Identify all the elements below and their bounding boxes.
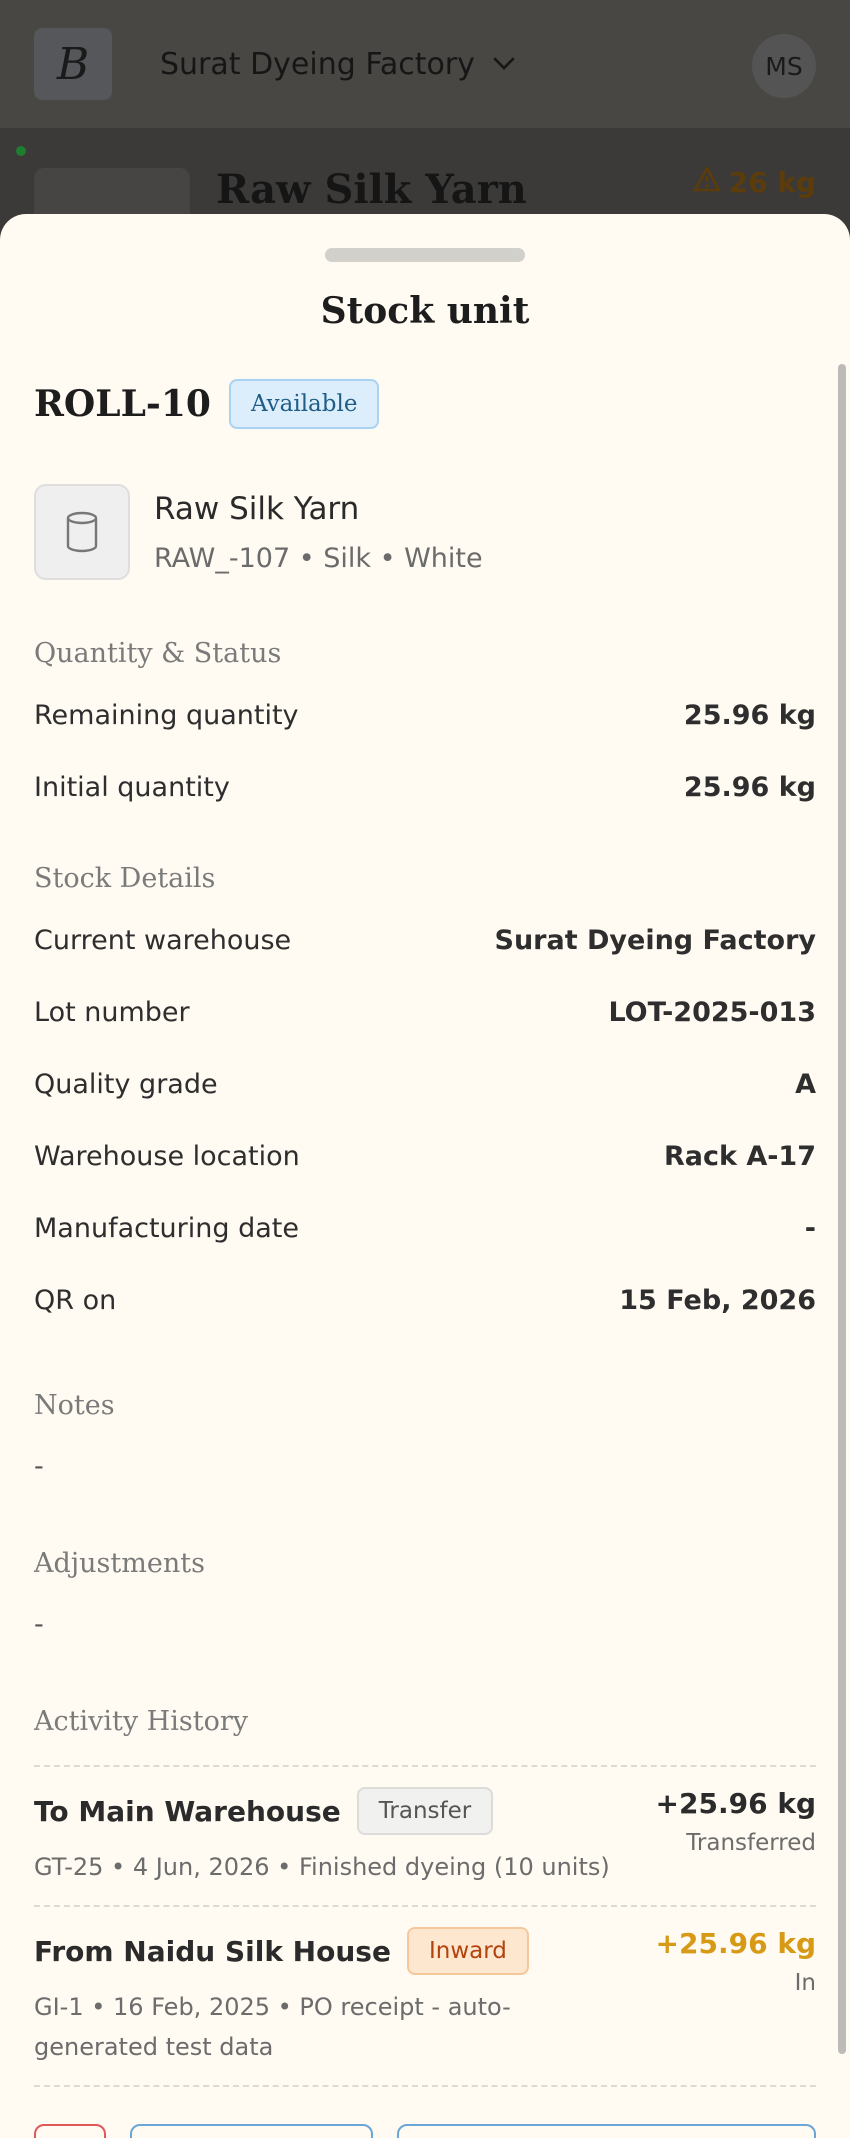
kv-label: Remaining quantity bbox=[34, 699, 299, 731]
kv-value: 25.96 kg bbox=[683, 771, 816, 803]
unit-header: ROLL-10 Available bbox=[34, 364, 816, 444]
warning-icon bbox=[693, 166, 721, 199]
scrollbar[interactable] bbox=[838, 364, 846, 2054]
chevron-down-icon bbox=[493, 52, 515, 77]
sheet-title: Stock unit bbox=[320, 290, 530, 332]
section-heading-notes: Notes bbox=[34, 1390, 115, 1421]
kv-value: 25.96 kg bbox=[683, 699, 816, 731]
kv-label: Manufacturing date bbox=[34, 1212, 299, 1244]
kv-row: Remaining quantity 25.96 kg bbox=[34, 679, 816, 751]
action-button-primary[interactable] bbox=[397, 2124, 816, 2138]
kv-label: Current warehouse bbox=[34, 924, 292, 956]
kv-label: Initial quantity bbox=[34, 771, 230, 803]
kv-row: Initial quantity 25.96 kg bbox=[34, 751, 816, 823]
activity-amount: +25.96 kg bbox=[655, 1787, 816, 1820]
section-heading-activity: Activity History bbox=[34, 1706, 248, 1737]
cylinder-icon bbox=[34, 484, 130, 580]
activity-note: Transferred bbox=[686, 1830, 816, 1856]
sheet-content: ROLL-10 Available Raw Silk Yarn RAW_-107… bbox=[34, 364, 816, 2087]
activity-item[interactable]: From Naidu Silk House Inward GI-1 • 16 F… bbox=[34, 1907, 816, 2087]
activity-type-badge: Transfer bbox=[356, 1787, 494, 1835]
kv-value: LOT-2025-013 bbox=[608, 996, 816, 1028]
activity-subtitle: GT-25 • 4 Jun, 2026 • Finished dyeing (1… bbox=[34, 1853, 610, 1881]
kv-value: Rack A-17 bbox=[663, 1140, 816, 1172]
sheet-drag-handle[interactable] bbox=[325, 248, 525, 262]
action-bar bbox=[34, 2124, 816, 2138]
kv-label: Warehouse location bbox=[34, 1140, 300, 1172]
kv-row: Current warehouse Surat Dyeing Factory bbox=[34, 904, 816, 976]
avatar[interactable]: MS bbox=[752, 34, 816, 98]
kv-value: - bbox=[804, 1212, 816, 1244]
product-name: Raw Silk Yarn bbox=[154, 490, 360, 527]
activity-title: To Main Warehouse bbox=[34, 1794, 341, 1828]
background-title: Raw Silk Yarn bbox=[216, 166, 527, 213]
activity-title: From Naidu Silk House bbox=[34, 1934, 391, 1968]
section-heading-details: Stock Details bbox=[34, 863, 216, 894]
status-dot bbox=[16, 146, 26, 156]
section-heading-quantity: Quantity & Status bbox=[34, 638, 282, 669]
app-header: B Surat Dyeing Factory MS bbox=[0, 0, 850, 128]
kv-row: QR on 15 Feb, 2026 bbox=[34, 1264, 816, 1336]
activity-item[interactable]: To Main Warehouse Transfer GT-25 • 4 Jun… bbox=[34, 1767, 816, 1907]
activity-subtitle: GI-1 • 16 Feb, 2025 • PO receipt - auto-… bbox=[34, 1993, 511, 2061]
notes-value: - bbox=[34, 1451, 44, 1482]
stock-unit-sheet: Stock unit ROLL-10 Available Raw Silk Ya… bbox=[0, 214, 850, 2138]
warning-text: 26 kg bbox=[728, 166, 816, 199]
brand-logo[interactable]: B bbox=[34, 28, 112, 100]
action-button-secondary[interactable] bbox=[129, 2124, 374, 2138]
warehouse-selector-label: Surat Dyeing Factory bbox=[160, 46, 475, 82]
product-card: Raw Silk Yarn RAW_-107 • Silk • White bbox=[34, 484, 816, 580]
status-badge: Available bbox=[228, 379, 380, 429]
activity-note: In bbox=[794, 1970, 816, 1996]
unit-id: ROLL-10 bbox=[34, 383, 211, 425]
kv-row: Warehouse location Rack A-17 bbox=[34, 1120, 816, 1192]
activity-list: To Main Warehouse Transfer GT-25 • 4 Jun… bbox=[34, 1765, 816, 2087]
kv-row: Quality grade A bbox=[34, 1048, 816, 1120]
section-heading-adjustments: Adjustments bbox=[34, 1548, 205, 1579]
delete-button[interactable] bbox=[34, 2124, 106, 2138]
warehouse-selector[interactable]: Surat Dyeing Factory bbox=[160, 47, 515, 82]
activity-type-badge: Inward bbox=[406, 1927, 529, 1975]
kv-label: Quality grade bbox=[34, 1068, 218, 1100]
kv-label: Lot number bbox=[34, 996, 190, 1028]
kv-value: A bbox=[795, 1068, 816, 1100]
background-warning: 26 kg bbox=[693, 166, 816, 199]
kv-value: Surat Dyeing Factory bbox=[494, 924, 817, 956]
kv-label: QR on bbox=[34, 1284, 117, 1316]
kv-value: 15 Feb, 2026 bbox=[619, 1284, 816, 1316]
kv-row: Manufacturing date - bbox=[34, 1192, 816, 1264]
activity-amount: +25.96 kg bbox=[655, 1927, 816, 1960]
kv-row: Lot number LOT-2025-013 bbox=[34, 976, 816, 1048]
adjustments-value: - bbox=[34, 1609, 44, 1640]
product-meta: RAW_-107 • Silk • White bbox=[154, 542, 483, 574]
